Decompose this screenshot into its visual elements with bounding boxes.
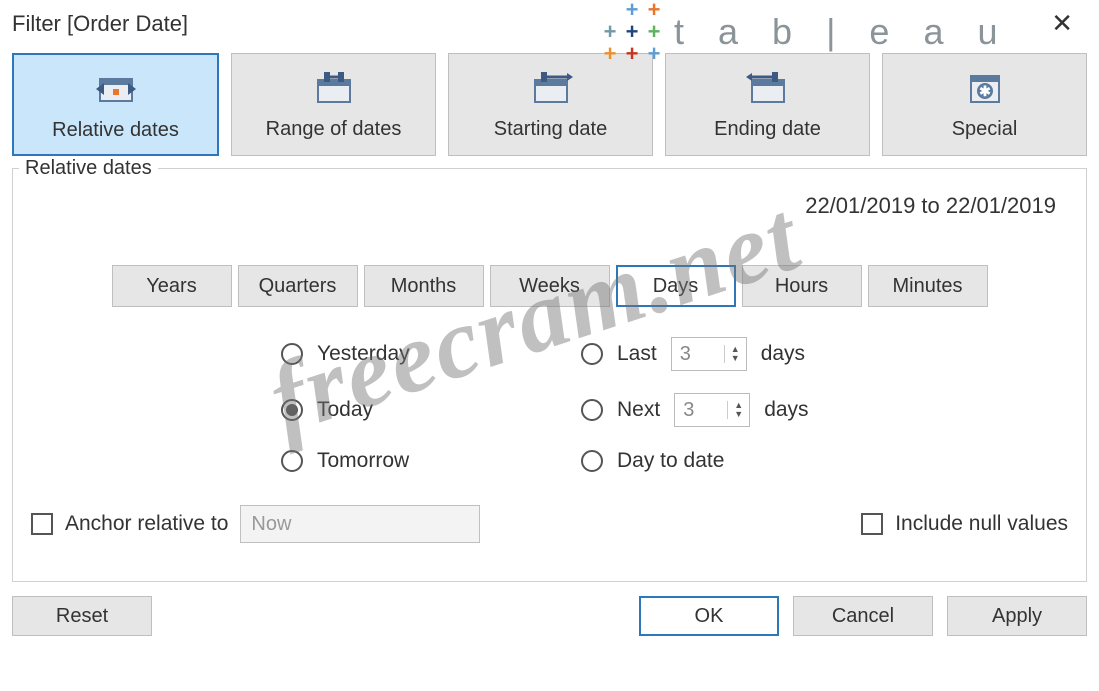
dialog-buttons: Reset OK Cancel Apply [0,582,1099,636]
unit-months[interactable]: Months [364,265,484,307]
spinner-down-icon[interactable]: ▼ [728,410,749,419]
starting-date-icon [527,68,575,108]
unit-days[interactable]: Days [616,265,736,307]
reset-button[interactable]: Reset [12,596,152,636]
radio-icon[interactable] [281,450,303,472]
anchor-input[interactable]: Now [240,505,480,543]
radio-icon[interactable] [581,343,603,365]
tab-relative-dates[interactable]: Relative dates [12,53,219,156]
option-day-to-date[interactable]: Day to date [581,449,941,473]
last-days-spinner[interactable]: 3 ▲▼ [671,337,747,371]
option-label: Next [617,398,660,422]
tableau-wordmark: t a b | e a u [674,11,1010,53]
anchor-checkbox[interactable] [31,513,53,535]
unit-years[interactable]: Years [112,265,232,307]
radio-icon[interactable] [581,399,603,421]
relative-options: Yesterday Last 3 ▲▼ days Today Next 3 ▲▼… [281,337,1068,473]
ok-button[interactable]: OK [639,596,779,636]
option-tomorrow[interactable]: Tomorrow [281,449,541,473]
range-of-dates-icon [310,68,358,108]
svg-text:✱: ✱ [979,83,991,99]
option-label: Tomorrow [317,449,409,473]
bottom-checks: Anchor relative to Now Include null valu… [31,505,1068,543]
unit-minutes[interactable]: Minutes [868,265,988,307]
radio-icon[interactable] [581,450,603,472]
panel-title: Relative dates [19,157,158,180]
special-icon: ✱ [961,68,1009,108]
radio-icon[interactable] [281,399,303,421]
spinner-value: 3 [675,399,727,422]
option-label: Yesterday [317,342,410,366]
filter-type-tabs: Relative dates Range of dates Starting d… [0,53,1099,156]
option-yesterday[interactable]: Yesterday [281,337,541,371]
tab-label: Range of dates [266,118,402,141]
include-null-values: Include null values [861,512,1068,536]
tab-label: Special [952,118,1018,141]
cancel-button[interactable]: Cancel [793,596,933,636]
option-next[interactable]: Next 3 ▲▼ days [581,393,941,427]
date-range-display: 22/01/2019 to 22/01/2019 [31,193,1068,219]
option-label: Day to date [617,449,724,473]
tab-range-of-dates[interactable]: Range of dates [231,53,436,156]
option-suffix: days [764,398,808,422]
time-unit-row: Years Quarters Months Weeks Days Hours M… [31,265,1068,307]
tab-special[interactable]: ✱ Special [882,53,1087,156]
anchor-label: Anchor relative to [65,512,228,536]
tableau-plus-icon: ++++ ++++ [600,0,664,64]
radio-icon[interactable] [281,343,303,365]
relative-dates-panel: Relative dates 22/01/2019 to 22/01/2019 … [12,168,1087,582]
tab-label: Starting date [494,118,607,141]
next-days-spinner[interactable]: 3 ▲▼ [674,393,750,427]
option-label: Today [317,398,373,422]
include-null-checkbox[interactable] [861,513,883,535]
spinner-down-icon[interactable]: ▼ [725,354,746,363]
unit-hours[interactable]: Hours [742,265,862,307]
relative-dates-icon [92,69,140,109]
apply-button[interactable]: Apply [947,596,1087,636]
tab-starting-date[interactable]: Starting date [448,53,653,156]
tab-label: Relative dates [52,119,179,142]
option-today[interactable]: Today [281,393,541,427]
anchor-relative-to: Anchor relative to Now [31,505,480,543]
spinner-value: 3 [672,343,724,366]
unit-weeks[interactable]: Weeks [490,265,610,307]
option-suffix: days [761,342,805,366]
option-last[interactable]: Last 3 ▲▼ days [581,337,941,371]
ending-date-icon [744,68,792,108]
tab-ending-date[interactable]: Ending date [665,53,870,156]
unit-quarters[interactable]: Quarters [238,265,358,307]
option-label: Last [617,342,657,366]
close-icon[interactable]: ✕ [1043,8,1081,39]
tableau-logo: ++++ ++++ t a b | e a u [600,0,1010,64]
tab-label: Ending date [714,118,821,141]
include-null-label: Include null values [895,512,1068,536]
window-title: Filter [Order Date] [12,11,188,37]
